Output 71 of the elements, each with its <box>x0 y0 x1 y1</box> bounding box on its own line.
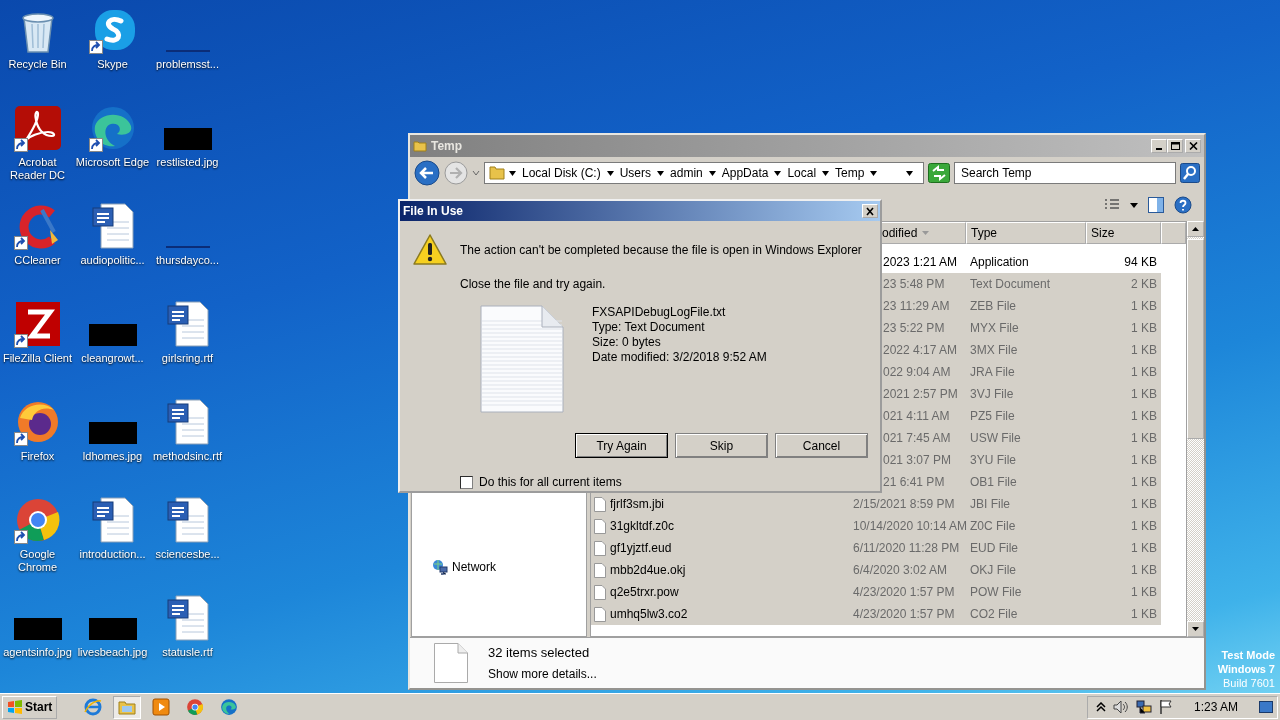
size-cell-text: 1 KB <box>1130 518 1158 535</box>
size-cell-text: 1 KB <box>1130 540 1158 557</box>
type-cell-text: MYX File <box>969 320 1020 337</box>
file-name: gf1yjztf.eud <box>610 540 672 557</box>
type-cell-text: Z0C File <box>969 518 1017 535</box>
size-cell-text: 1 KB <box>1130 408 1158 425</box>
date-cell-text: 21 6:41 PM <box>882 474 946 491</box>
size-cell-text: 94 KB <box>1123 254 1158 271</box>
size-cell-text: 1 KB <box>1130 606 1158 623</box>
type-cell-text: POW File <box>969 584 1023 601</box>
type-cell-text: 3MX File <box>969 342 1019 359</box>
type-cell-text: OKJ File <box>969 562 1017 579</box>
type-cell-text: Application <box>969 254 1030 271</box>
size-cell-text: 1 KB <box>1130 364 1158 381</box>
size-cell-text: 1 KB <box>1130 496 1158 513</box>
file-name: umhq5lw3.co2 <box>610 606 688 623</box>
size-cell-text: 1 KB <box>1130 562 1158 579</box>
os-notice-text: Windows 7 <box>1217 662 1275 676</box>
start-label: Start <box>25 699 53 716</box>
size-cell-text: 1 KB <box>1130 452 1158 469</box>
dialog-title: File In Use <box>403 203 464 220</box>
date-cell-text: 2/15/2021 8:59 PM <box>852 496 956 513</box>
error-message: The action can't be completed because the file is open in Windows Explorer <box>460 242 862 259</box>
type-cell-text: USW File <box>969 430 1022 447</box>
file-name: fjrlf3sm.jbi <box>610 496 664 513</box>
date-cell-text: 4/23/2020 1:57 PM <box>852 606 956 623</box>
date-cell-text: 022 9:04 AM <box>882 364 952 381</box>
file-name: 31gkltdf.z0c <box>610 518 675 535</box>
file-name: mbb2d4ue.okj <box>610 562 686 579</box>
date-cell-text: 2023 1:21 AM <box>882 254 959 271</box>
type-cell-text: JRA File <box>969 364 1016 381</box>
date-cell-text: 23 11:29 AM <box>882 298 951 315</box>
type-cell-text: 3VJ File <box>969 386 1015 403</box>
file-detail: FXSAPIDebugLogFile.txt <box>592 305 727 320</box>
size-cell-text: 1 KB <box>1130 320 1158 337</box>
date-cell-text: 23 5:22 PM <box>882 320 946 337</box>
date-cell-text: 021 3:07 PM <box>882 452 953 469</box>
type-cell-text: OB1 File <box>969 474 1018 491</box>
size-cell-text: 1 KB <box>1130 430 1158 447</box>
type-cell-text: JBI File <box>969 496 1011 513</box>
size-cell-text: 2 KB <box>1130 276 1158 293</box>
date-cell-text: 6/4/2020 3:02 AM <box>852 562 949 579</box>
file-detail: Type: Text Document <box>592 320 706 335</box>
size-cell-text: 1 KB <box>1130 386 1158 403</box>
size-cell-text: 1 KB <box>1130 474 1158 491</box>
date-cell-text: 23 5:48 PM <box>882 276 946 293</box>
os-notice-text: Test Mode <box>1220 648 1275 662</box>
type-cell-text: PZ5 File <box>969 408 1016 425</box>
hint-text: Close the file and try again. <box>460 276 607 293</box>
type-cell-text: Text Document <box>969 276 1052 293</box>
date-cell-text: 6/11/2020 11:28 PM <box>852 540 961 557</box>
type-cell-text: EUD File <box>969 540 1019 557</box>
date-cell-text: 021 7:45 AM <box>882 430 952 447</box>
date-cell-text: 10/14/2020 10:14 AM <box>852 518 966 535</box>
date-cell-text: 2022 4:17 AM <box>882 342 959 359</box>
file-detail: Size: 0 bytes <box>592 335 662 350</box>
file-detail: Date modified: 3/2/2018 9:52 AM <box>592 350 767 365</box>
column-header-text: odified <box>882 225 918 242</box>
type-cell-text: CO2 File <box>969 606 1019 623</box>
file-name: q2e5trxr.pow <box>610 584 679 601</box>
date-cell-text: 021 4:11 AM <box>882 408 951 425</box>
size-cell-text: 1 KB <box>1130 342 1158 359</box>
window-title: Temp <box>431 138 463 155</box>
date-cell-text: 2021 2:57 PM <box>882 386 959 403</box>
size-cell-text: 1 KB <box>1130 584 1158 601</box>
date-cell-text: 4/23/2020 1:57 PM <box>852 584 956 601</box>
type-cell-text: ZEB File <box>969 298 1017 315</box>
selection-summary: 32 items selected <box>488 643 591 662</box>
size-cell-text: 1 KB <box>1130 298 1158 315</box>
os-notice-text: Build 7601 <box>1222 676 1275 690</box>
type-cell-text: 3YU File <box>969 452 1017 469</box>
